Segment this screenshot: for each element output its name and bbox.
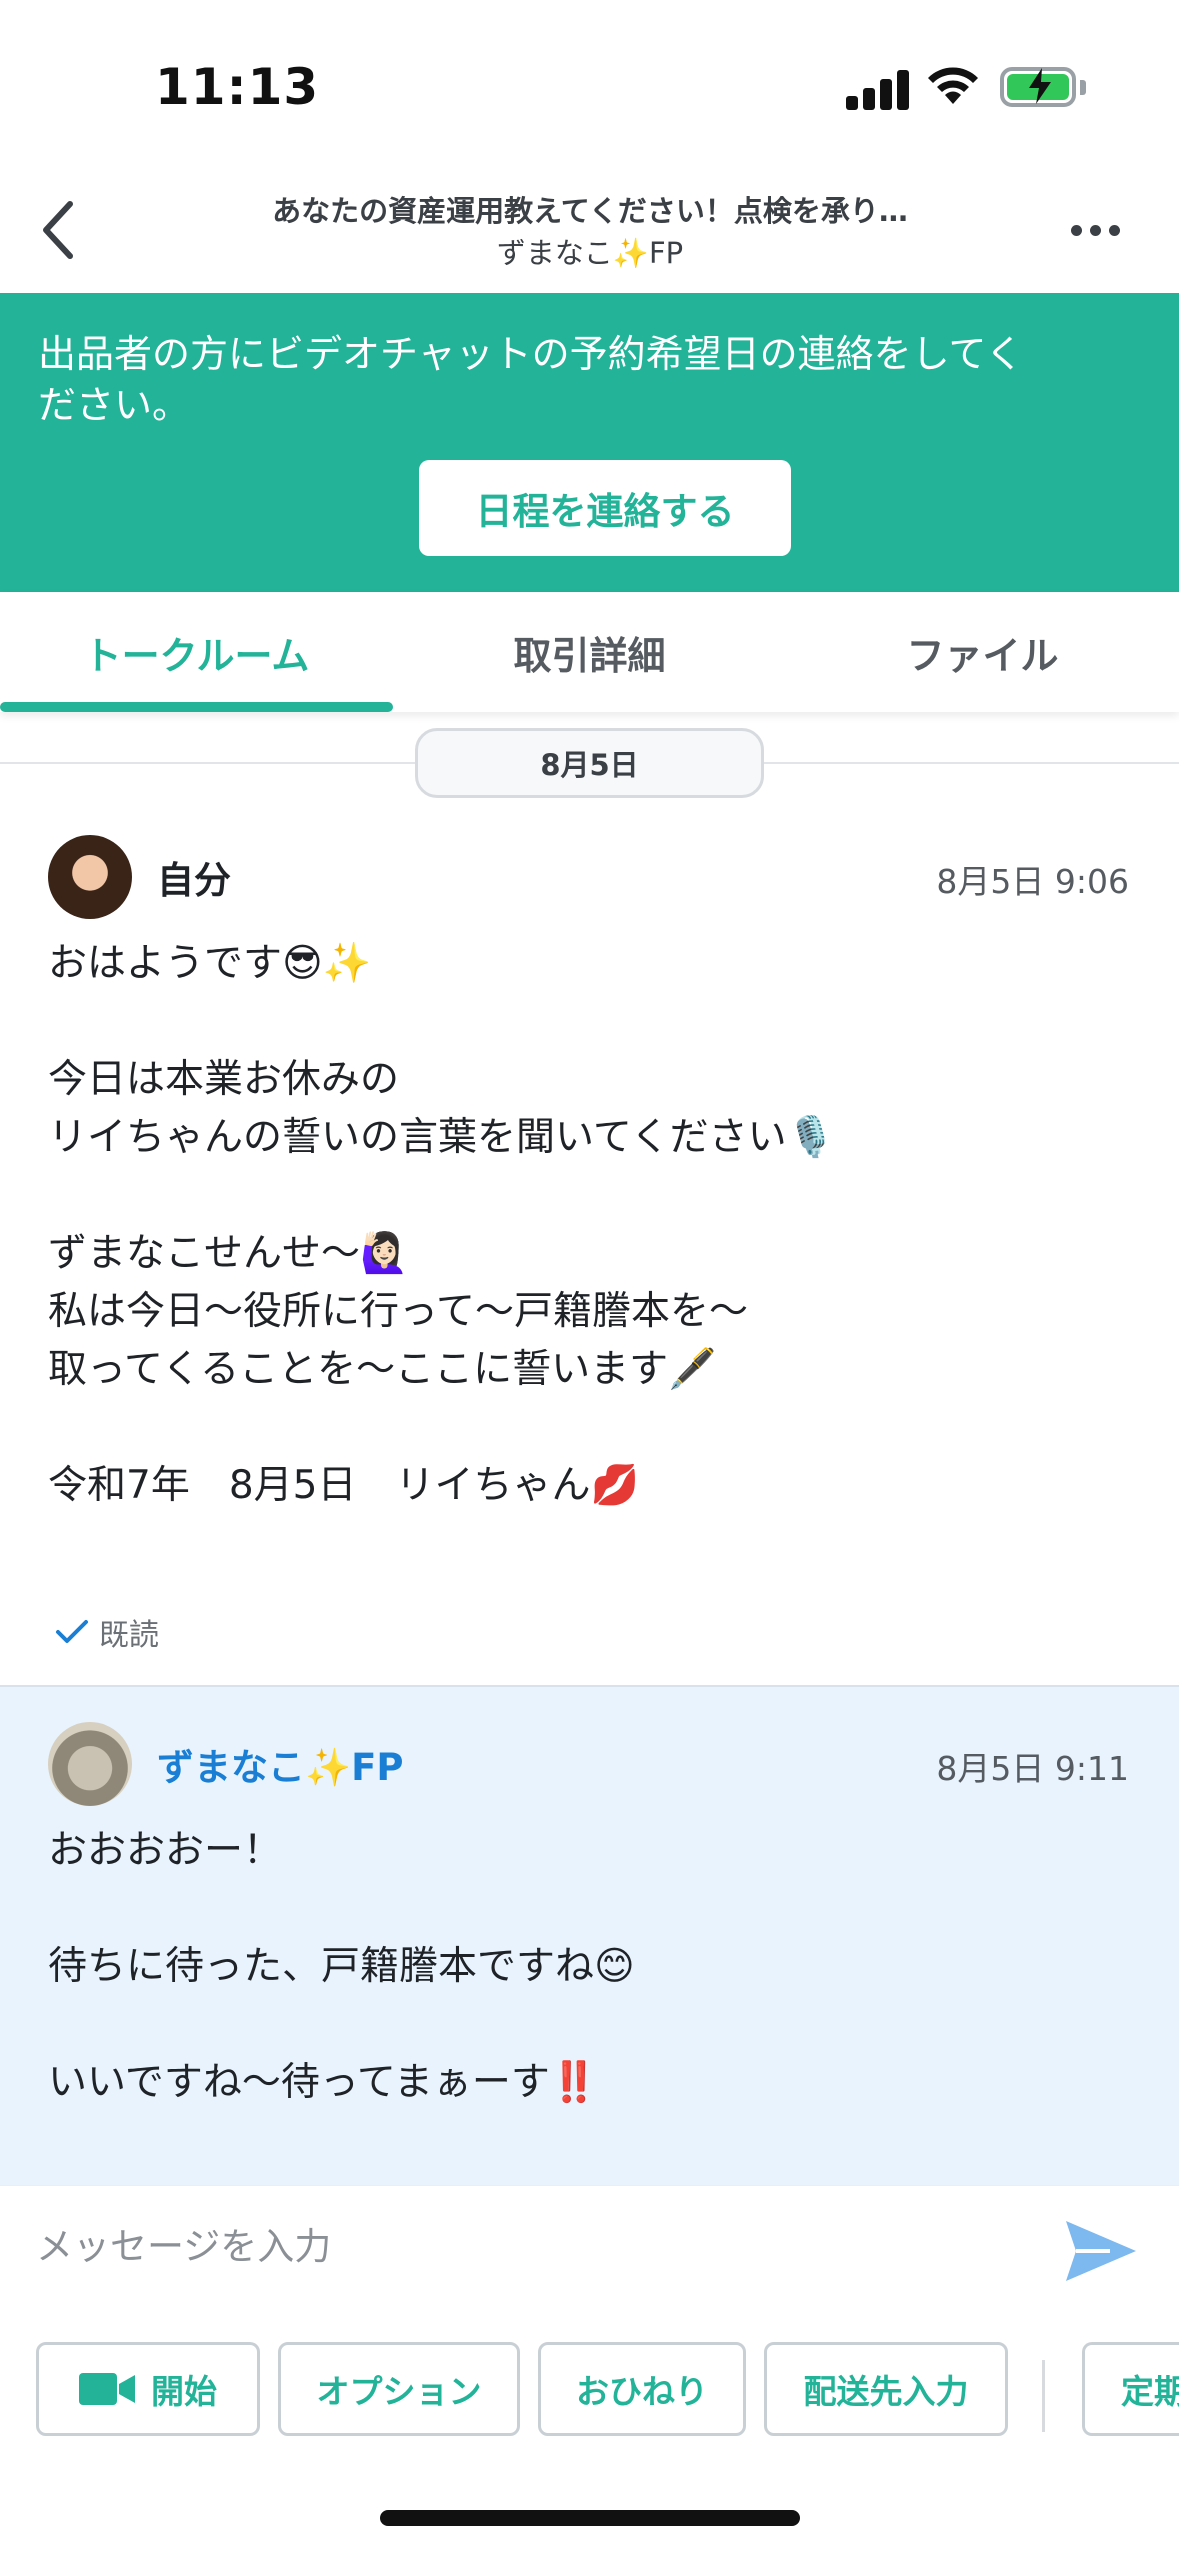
- video-chat-banner: 出品者の方にビデオチャットの予約希望日の連絡をしてください。 日程を連絡する: [0, 293, 1179, 592]
- more-options-button[interactable]: [1060, 200, 1130, 260]
- read-label: 既読: [99, 1618, 159, 1653]
- message-body: おおおおー！ 待ちに待った、戸籍謄本ですね😊 いいですね〜待ってまぁーす‼️: [48, 1822, 1128, 2112]
- divider: [1042, 2360, 1045, 2432]
- checkmark-icon: [56, 1620, 88, 1643]
- sender-name[interactable]: ずまなこ✨FP: [157, 1737, 403, 1791]
- cellular-signal-icon: [846, 68, 910, 110]
- video-camera-icon: [79, 2373, 135, 2405]
- message-body: おはようです😎✨ 今日は本業お休みの リイちゃんの誓いの言葉を聞いてください🎙️…: [48, 935, 1128, 1515]
- date-separator: 8月5日: [415, 728, 764, 798]
- message-line: おはようです😎✨: [48, 941, 372, 986]
- message-input[interactable]: [36, 2206, 996, 2286]
- page-title: あなたの資産運用教えてください！点検を承り…: [272, 194, 908, 228]
- message-timestamp: 8月5日 9:11: [936, 1749, 1129, 1788]
- option-button[interactable]: オプション: [278, 2342, 520, 2436]
- start-video-button[interactable]: 開始: [36, 2342, 260, 2436]
- chevron-left-icon: [43, 201, 73, 259]
- tip-button[interactable]: おひねり: [538, 2342, 746, 2436]
- message-line: 私は今日〜役所に行って〜戸籍謄本を〜: [48, 1289, 749, 1334]
- subscription-button[interactable]: 定期: [1082, 2342, 1179, 2436]
- charging-bolt-icon: [1029, 68, 1051, 104]
- more-dot-icon: [1070, 224, 1082, 236]
- tab-transaction-details[interactable]: 取引詳細: [393, 592, 786, 712]
- message-line: ずまなこせんせ〜🙋🏻‍♀️: [48, 1231, 409, 1276]
- message-line: [48, 1399, 1128, 1457]
- back-button[interactable]: [18, 190, 98, 270]
- more-dot-icon: [1089, 224, 1101, 236]
- message-line: リイちゃんの誓いの言葉を聞いてください🎙️: [48, 1115, 836, 1160]
- tab-bar: トークルーム 取引詳細 ファイル: [0, 592, 1179, 712]
- message-line: 令和7年 8月5日 リイちゃん💋: [48, 1463, 639, 1508]
- battery-icon: [1000, 67, 1076, 107]
- message-line: 取ってくることを〜ここに誓います🖋️: [48, 1347, 717, 1392]
- message-line: いいですね〜待ってまぁーす‼️: [48, 2060, 599, 2105]
- message-item: ずまなこ✨FP 8月5日 9:11 おおおおー！ 待ちに待った、戸籍謄本ですね😊…: [0, 1685, 1179, 2185]
- message-line: [48, 993, 1128, 1051]
- sender-name: 自分: [157, 859, 231, 902]
- message-line: おおおおー！: [48, 1828, 283, 1873]
- read-receipt: 既読: [55, 1610, 159, 1654]
- message-line: 待ちに待った、戸籍謄本ですね😊: [48, 1944, 635, 1989]
- more-dot-icon: [1108, 224, 1120, 236]
- tab-talk-room[interactable]: トークルーム: [0, 592, 393, 712]
- send-icon[interactable]: [1060, 2211, 1140, 2291]
- action-button-row: 開始 オプション おひねり 配送先入力 定期: [0, 2310, 1179, 2460]
- chat-header: あなたの資産運用教えてください！点検を承り… ずまなこ✨FP: [0, 170, 1179, 295]
- status-bar: 11:13: [0, 0, 1179, 170]
- avatar[interactable]: [48, 835, 132, 919]
- seller-name: ずまなこ✨FP: [496, 236, 684, 270]
- status-time: 11:13: [155, 58, 320, 116]
- home-indicator[interactable]: [380, 2510, 800, 2526]
- message-line: [48, 1167, 1128, 1225]
- message-item: 自分 8月5日 9:06 おはようです😎✨ 今日は本業お休みの リイちゃんの誓い…: [0, 800, 1179, 1685]
- wifi-icon: [928, 67, 978, 104]
- active-tab-indicator: [0, 702, 393, 712]
- shipping-address-button[interactable]: 配送先入力: [764, 2342, 1008, 2436]
- message-timestamp: 8月5日 9:06: [936, 862, 1129, 901]
- avatar[interactable]: [48, 1722, 132, 1806]
- message-line: [48, 1996, 1128, 2054]
- contact-schedule-button[interactable]: 日程を連絡する: [419, 460, 791, 556]
- banner-text: 出品者の方にビデオチャットの予約希望日の連絡をしてください。: [38, 332, 1024, 427]
- start-label: 開始: [151, 2372, 217, 2411]
- tab-files[interactable]: ファイル: [786, 592, 1179, 712]
- message-line: 今日は本業お休みの: [48, 1057, 400, 1102]
- message-composer: [0, 2185, 1179, 2310]
- message-line: [48, 1880, 1128, 1938]
- battery-tip: [1080, 80, 1086, 95]
